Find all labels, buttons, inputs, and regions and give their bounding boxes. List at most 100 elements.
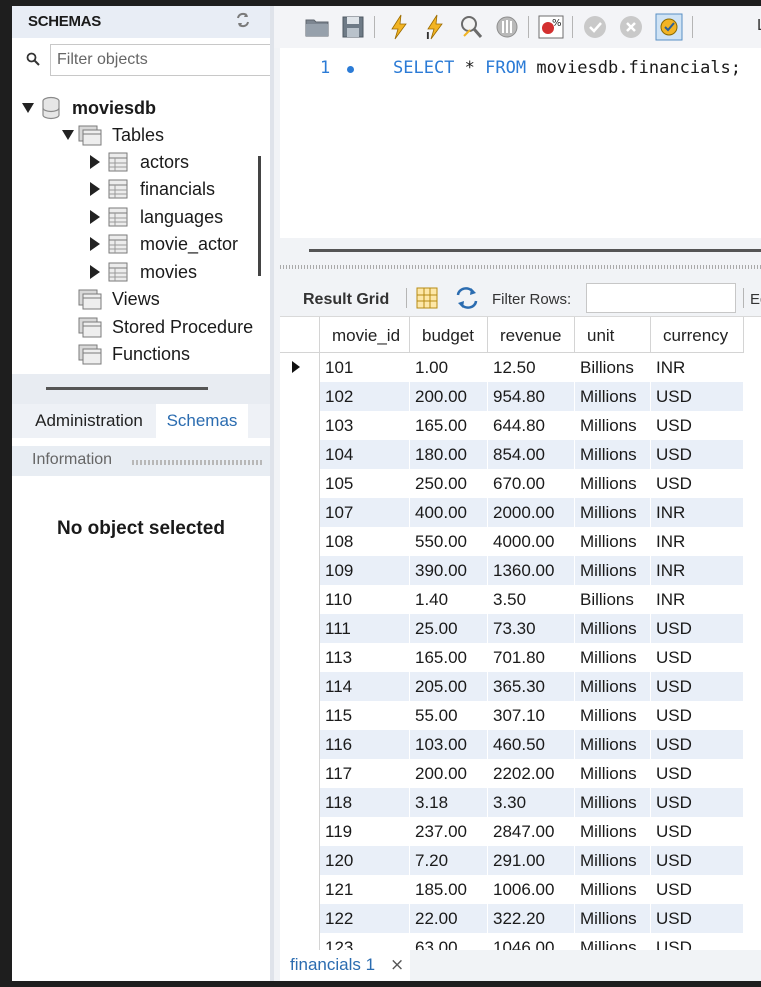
column-header[interactable]: unit bbox=[575, 317, 651, 353]
column-header[interactable]: currency bbox=[651, 317, 744, 353]
grid-cell[interactable]: 103.00 bbox=[410, 730, 488, 759]
grid-cell[interactable]: Millions bbox=[575, 817, 651, 846]
grid-cell[interactable]: 2202.00 bbox=[488, 759, 575, 788]
table-row[interactable]: 103 165.00 644.80 Millions USD bbox=[280, 411, 761, 440]
row-selector[interactable] bbox=[280, 440, 320, 469]
grid-cell[interactable]: USD bbox=[651, 440, 744, 469]
grid-cell[interactable]: 670.00 bbox=[488, 469, 575, 498]
grid-cell[interactable]: Millions bbox=[575, 411, 651, 440]
grid-cell[interactable]: 117 bbox=[320, 759, 410, 788]
grid-cell[interactable]: 63.00 bbox=[410, 933, 488, 950]
grid-cell[interactable]: 307.10 bbox=[488, 701, 575, 730]
grid-cell[interactable]: USD bbox=[651, 817, 744, 846]
result-grid-label[interactable]: Result Grid bbox=[303, 291, 389, 309]
grid-cell[interactable]: 55.00 bbox=[410, 701, 488, 730]
table-row[interactable]: 102 200.00 954.80 Millions USD bbox=[280, 382, 761, 411]
tree-vertical-scrollbar[interactable] bbox=[258, 156, 261, 276]
grid-cell[interactable]: 365.30 bbox=[488, 672, 575, 701]
collapse-arrow-icon[interactable] bbox=[22, 103, 34, 113]
table-row[interactable]: 117 200.00 2202.00 Millions USD bbox=[280, 759, 761, 788]
grid-cell[interactable]: 3.50 bbox=[488, 585, 575, 614]
explain-icon[interactable] bbox=[456, 12, 486, 42]
grid-cell[interactable]: 109 bbox=[320, 556, 410, 585]
execute-icon[interactable] bbox=[384, 12, 414, 42]
tree-item-views[interactable]: Views bbox=[78, 287, 258, 311]
grid-cell[interactable]: 2000.00 bbox=[488, 498, 575, 527]
table-row[interactable]: 119 237.00 2847.00 Millions USD bbox=[280, 817, 761, 846]
row-selector[interactable] bbox=[280, 875, 320, 904]
grid-cell[interactable]: INR bbox=[651, 556, 744, 585]
grid-cell[interactable]: Millions bbox=[575, 614, 651, 643]
grid-cell[interactable]: Millions bbox=[575, 556, 651, 585]
grid-cell[interactable]: 104 bbox=[320, 440, 410, 469]
grid-cell[interactable]: Millions bbox=[575, 730, 651, 759]
grid-cell[interactable]: 390.00 bbox=[410, 556, 488, 585]
grid-cell[interactable]: 1360.00 bbox=[488, 556, 575, 585]
grid-cell[interactable]: 102 bbox=[320, 382, 410, 411]
grid-cell[interactable]: 116 bbox=[320, 730, 410, 759]
column-header[interactable]: budget bbox=[410, 317, 488, 353]
tab-administration[interactable]: Administration bbox=[22, 404, 156, 438]
collapse-arrow-icon[interactable] bbox=[62, 130, 74, 140]
grid-cell[interactable]: Millions bbox=[575, 498, 651, 527]
grid-cell[interactable]: 118 bbox=[320, 788, 410, 817]
row-selector[interactable] bbox=[280, 759, 320, 788]
close-icon[interactable]: × bbox=[390, 955, 404, 975]
grid-cell[interactable]: 119 bbox=[320, 817, 410, 846]
grid-cell[interactable]: 123 bbox=[320, 933, 410, 950]
table-row[interactable]: 114 205.00 365.30 Millions USD bbox=[280, 672, 761, 701]
expand-arrow-icon[interactable] bbox=[90, 210, 100, 224]
tree-item-table[interactable]: movie_actor bbox=[90, 232, 260, 256]
grid-cell[interactable]: INR bbox=[651, 498, 744, 527]
grid-cell[interactable]: USD bbox=[651, 875, 744, 904]
execute-current-icon[interactable]: I bbox=[420, 12, 450, 42]
grid-cell[interactable]: USD bbox=[651, 788, 744, 817]
tab-financials-1[interactable]: financials 1 × bbox=[280, 950, 410, 981]
row-selector[interactable] bbox=[280, 817, 320, 846]
grid-cell[interactable]: 2847.00 bbox=[488, 817, 575, 846]
grid-view-icon[interactable] bbox=[416, 286, 438, 310]
grid-cell[interactable]: 701.80 bbox=[488, 643, 575, 672]
grid-cell[interactable]: 237.00 bbox=[410, 817, 488, 846]
grid-cell[interactable]: 73.30 bbox=[488, 614, 575, 643]
refresh-rows-icon[interactable] bbox=[454, 286, 480, 310]
grid-cell[interactable]: USD bbox=[651, 933, 744, 950]
grid-cell[interactable]: 111 bbox=[320, 614, 410, 643]
grid-cell[interactable]: USD bbox=[651, 382, 744, 411]
row-selector[interactable] bbox=[280, 904, 320, 933]
sql-statement[interactable]: SELECT * FROM moviesdb.financials; bbox=[393, 58, 741, 78]
grid-cell[interactable]: Millions bbox=[575, 788, 651, 817]
expand-arrow-icon[interactable] bbox=[90, 237, 100, 251]
grid-cell[interactable]: 3.18 bbox=[410, 788, 488, 817]
grid-cell[interactable]: 114 bbox=[320, 672, 410, 701]
grid-cell[interactable]: 854.00 bbox=[488, 440, 575, 469]
commit-icon[interactable] bbox=[580, 12, 610, 42]
grid-cell[interactable]: 105 bbox=[320, 469, 410, 498]
row-selector[interactable] bbox=[280, 556, 320, 585]
grid-cell[interactable]: Millions bbox=[575, 469, 651, 498]
stop-icon[interactable] bbox=[492, 12, 522, 42]
grid-cell[interactable]: 205.00 bbox=[410, 672, 488, 701]
grid-cell[interactable]: 115 bbox=[320, 701, 410, 730]
grid-cell[interactable]: 322.20 bbox=[488, 904, 575, 933]
grid-cell[interactable]: INR bbox=[651, 527, 744, 556]
grid-cell[interactable]: INR bbox=[651, 353, 744, 382]
tree-item-table[interactable]: languages bbox=[90, 205, 260, 229]
grid-cell[interactable]: Millions bbox=[575, 904, 651, 933]
table-row[interactable]: 113 165.00 701.80 Millions USD bbox=[280, 643, 761, 672]
row-selector[interactable] bbox=[280, 585, 320, 614]
expand-arrow-icon[interactable] bbox=[90, 182, 100, 196]
grid-cell[interactable]: 460.50 bbox=[488, 730, 575, 759]
filter-objects-input[interactable] bbox=[50, 44, 272, 76]
row-selector[interactable] bbox=[280, 730, 320, 759]
table-row[interactable]: 116 103.00 460.50 Millions USD bbox=[280, 730, 761, 759]
grid-cell[interactable]: 122 bbox=[320, 904, 410, 933]
grid-cell[interactable]: Millions bbox=[575, 846, 651, 875]
grid-cell[interactable]: INR bbox=[651, 585, 744, 614]
grid-cell[interactable]: 954.80 bbox=[488, 382, 575, 411]
grid-cell[interactable]: 103 bbox=[320, 411, 410, 440]
grid-cell[interactable]: 22.00 bbox=[410, 904, 488, 933]
refresh-icon[interactable] bbox=[234, 11, 252, 29]
grid-cell[interactable]: 110 bbox=[320, 585, 410, 614]
grid-cell[interactable]: Millions bbox=[575, 759, 651, 788]
